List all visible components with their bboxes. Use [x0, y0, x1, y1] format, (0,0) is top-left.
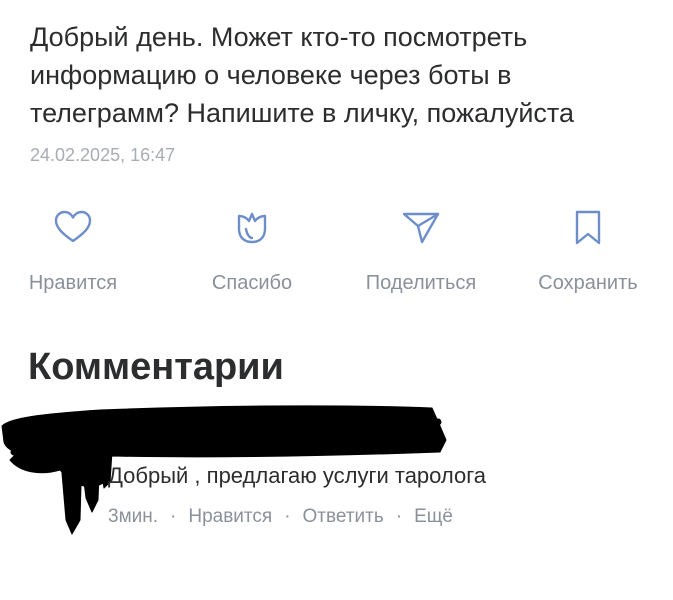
- separator-dot: ·: [170, 506, 177, 527]
- like-button[interactable]: Нравится: [0, 205, 148, 295]
- comment-text: Добрый , предлагаю услуги таролога: [108, 463, 487, 488]
- post-date: 24.02.2025, 16:47: [30, 145, 176, 165]
- separator-dot: ·: [395, 506, 403, 527]
- like-label: Нравится: [28, 272, 118, 294]
- thanks-label: Спасибо: [211, 272, 293, 294]
- send-icon: [399, 205, 443, 249]
- save-button[interactable]: Сохранить: [513, 205, 663, 295]
- share-button[interactable]: Поделиться: [346, 205, 496, 295]
- bookmark-icon: [566, 205, 610, 249]
- heart-icon: [51, 205, 95, 249]
- comment-meta: 3мин. · Нравится · Ответить · Ещё: [108, 505, 453, 529]
- save-label: Сохранить: [538, 272, 638, 294]
- tulip-icon: [230, 205, 274, 249]
- comment-time: 3мин.: [108, 506, 159, 527]
- comment-reply-link[interactable]: Ответить: [303, 506, 384, 527]
- post-text: Добрый день. Может кто-то посмотреть инф…: [30, 22, 575, 128]
- comment-like-link[interactable]: Нравится: [188, 506, 272, 527]
- thanks-button[interactable]: Спасибо: [177, 205, 327, 295]
- comment-more-link[interactable]: Ещё: [414, 506, 453, 527]
- post-actions: Нравится Спасибо Поделиться Сохранить: [0, 205, 673, 305]
- comments-title: Комментарии: [28, 346, 284, 388]
- separator-dot: ·: [284, 506, 291, 527]
- share-label: Поделиться: [365, 272, 477, 294]
